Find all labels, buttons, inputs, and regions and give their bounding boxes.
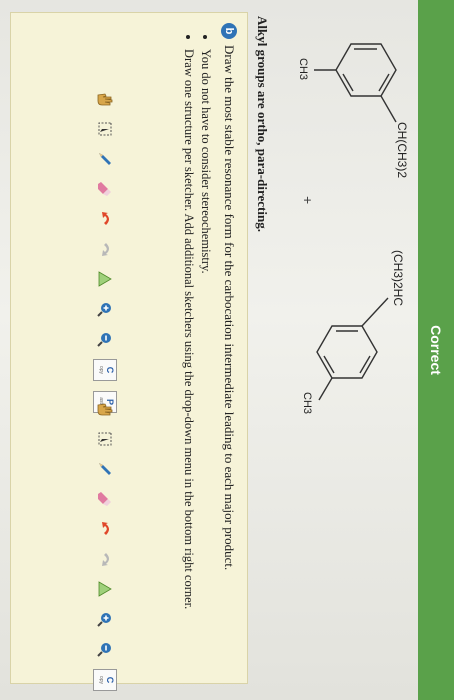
para-methyl-label: CH3 [301, 392, 313, 414]
lasso-icon[interactable] [94, 119, 116, 139]
instruction-item: Draw one structure per sketcher. Add add… [181, 49, 196, 609]
copy-button[interactable]: Copy [93, 669, 117, 691]
undo-icon[interactable] [94, 519, 116, 539]
molecule-para: (CH3)2HC CH3 [301, 250, 405, 414]
eraser-icon[interactable] [94, 179, 116, 199]
copy-sub: opy [98, 675, 104, 685]
eraser-icon[interactable] [94, 489, 116, 509]
screen: Correct CH(CH3)2 CH3 + (CH3)2HC CH3 Alky… [0, 0, 454, 700]
copy-label: C [105, 366, 115, 374]
plus-sign: + [300, 196, 316, 205]
redo-icon[interactable] [94, 239, 116, 259]
question-panel: b Draw the most stable resonance form fo… [10, 12, 248, 691]
instruction-list: You do not have to consider stereochemis… [179, 31, 213, 609]
correct-banner: Correct [418, 0, 454, 700]
template-icon[interactable] [94, 269, 116, 289]
hand-icon[interactable] [94, 399, 116, 419]
undo-icon[interactable] [94, 209, 116, 229]
copy-label: C [105, 676, 115, 684]
zoom-in-icon[interactable] [94, 299, 116, 319]
hand-icon[interactable] [94, 89, 116, 109]
para-isopropyl-label: (CH3)2HC [391, 250, 405, 306]
lasso-icon[interactable] [94, 429, 116, 449]
zoom-out-icon[interactable] [94, 329, 116, 349]
pencil-icon[interactable] [94, 459, 116, 479]
redo-icon[interactable] [94, 549, 116, 569]
question-line: b Draw the most stable resonance form fo… [221, 23, 237, 673]
molecule-ortho: CH(CH3)2 CH3 [297, 43, 409, 178]
correct-label: Correct [428, 325, 444, 375]
part-badge: b [221, 23, 237, 39]
pencil-icon[interactable] [94, 149, 116, 169]
directing-note: Alkyl groups are ortho, para-directing. [255, 16, 270, 232]
sketcher-toolbar-2: Copy Paste [93, 399, 117, 700]
zoom-out-icon[interactable] [94, 639, 116, 659]
question-text: Draw the most stable resonance form for … [222, 45, 237, 571]
sketcher-toolbar-1: Copy Paste [93, 89, 117, 413]
template-icon[interactable] [94, 579, 116, 599]
instruction-item: You do not have to consider stereochemis… [198, 49, 213, 609]
zoom-in-icon[interactable] [94, 609, 116, 629]
ortho-isopropyl-label: CH(CH3)2 [395, 122, 409, 178]
copy-button[interactable]: Copy [93, 359, 117, 381]
copy-sub: opy [98, 365, 104, 375]
ortho-methyl-label: CH3 [297, 58, 309, 80]
